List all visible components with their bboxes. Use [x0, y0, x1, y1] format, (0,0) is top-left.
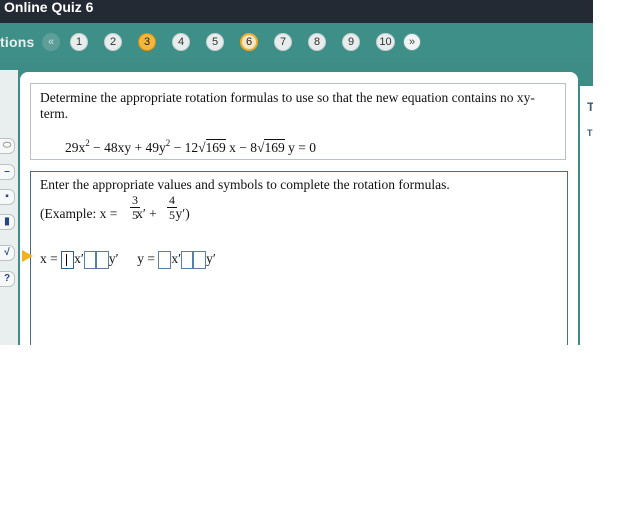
question-9-button[interactable]: 9 — [342, 33, 360, 51]
eq-term-1: 29x — [65, 140, 86, 155]
y-ycoef-input[interactable] — [193, 251, 207, 269]
question-2-button[interactable]: 2 — [104, 33, 122, 51]
window-title: Online Quiz 6 — [4, 0, 94, 15]
x-sign-input[interactable] — [83, 251, 96, 269]
example-open: (Example: x = — [40, 206, 118, 221]
x-equals-label: x = — [40, 251, 58, 267]
right-panel-text-1: T — [587, 100, 593, 114]
prev-page-icon[interactable]: « — [42, 33, 60, 51]
text-caret — [66, 254, 68, 266]
help-tool-icon[interactable]: ? — [0, 271, 15, 287]
example-fraction-1: 3 5 — [130, 194, 140, 221]
eq-term-2: − 48xy + 49y — [89, 140, 166, 155]
radicand-1: 169 — [205, 139, 226, 155]
question-equation: 29x2 − 48xy + 49y2 − 12√169 x − 8√169 y … — [65, 138, 316, 156]
right-side-panel: T T — [580, 86, 593, 345]
rotation-formula-row: x = x′ y′ y = x′ y′ — [40, 251, 216, 269]
questions-label: tions — [0, 34, 35, 50]
column-tool-icon[interactable]: ▮ — [0, 214, 15, 230]
question-box: Determine the appropriate rotation formu… — [30, 83, 566, 160]
current-step-arrow-icon — [22, 250, 33, 262]
y-prime-label-2: y′ — [206, 251, 216, 267]
answer-box: Enter the appropriate values and symbols… — [30, 171, 568, 345]
example-close: y′) — [175, 206, 190, 221]
question-7-button[interactable]: 7 — [274, 33, 292, 51]
x-prime-label: x′ — [74, 251, 84, 267]
example-fraction-2: 4 5 — [167, 194, 177, 221]
minus-tool-icon[interactable]: – — [0, 164, 15, 180]
question-10-button[interactable]: 10 — [376, 33, 395, 51]
sqrt-tool-icon[interactable]: √ — [0, 245, 15, 261]
y-equals-label: y = — [137, 251, 156, 267]
question-3-button[interactable]: 3 — [138, 33, 156, 51]
eq-term-5: y = 0 — [284, 140, 316, 155]
right-panel-text-2: T — [587, 128, 593, 138]
question-4-button[interactable]: 4 — [172, 33, 190, 51]
x-coef-input[interactable] — [61, 251, 75, 269]
answer-instruction: Enter the appropriate values and symbols… — [40, 177, 450, 192]
question-prompt: Determine the appropriate rotation formu… — [40, 90, 535, 121]
sqrt-symbol-1: √ — [198, 140, 206, 155]
eraser-tool-icon[interactable]: ⬭ — [0, 138, 15, 154]
tool-strip: ⬭ – ▪ ▮ √ ? — [0, 70, 18, 345]
question-1-button[interactable]: 1 — [70, 33, 88, 51]
frac1-numerator: 3 — [132, 193, 138, 207]
frac1-denominator: 5 — [132, 208, 138, 222]
x-prime-label-2: x′ — [171, 251, 182, 267]
frac2-numerator: 4 — [169, 193, 175, 207]
radicand-2: 169 — [264, 139, 285, 155]
question-nav-bar: tions « 1 2 3 4 5 6 7 8 9 10 » — [0, 23, 593, 62]
y-xcoef-input[interactable] — [158, 251, 172, 269]
question-6-button[interactable]: 6 — [240, 33, 258, 51]
frac2-denominator: 5 — [169, 208, 175, 222]
question-5-button[interactable]: 5 — [206, 33, 224, 51]
y-sign-input[interactable] — [181, 251, 194, 269]
next-page-icon[interactable]: » — [403, 33, 421, 51]
eq-term-3: − 12 — [170, 140, 199, 155]
eq-term-4: x − 8 — [225, 140, 258, 155]
x-ycoef-input[interactable] — [95, 251, 109, 269]
stack-tool-icon[interactable]: ▪ — [0, 189, 15, 205]
quiz-app: Online Quiz 6 tions « 1 2 3 4 5 6 7 8 9 … — [0, 0, 593, 345]
y-prime-label: y′ — [108, 251, 119, 267]
title-bar: Online Quiz 6 — [0, 0, 593, 23]
question-8-button[interactable]: 8 — [308, 33, 326, 51]
